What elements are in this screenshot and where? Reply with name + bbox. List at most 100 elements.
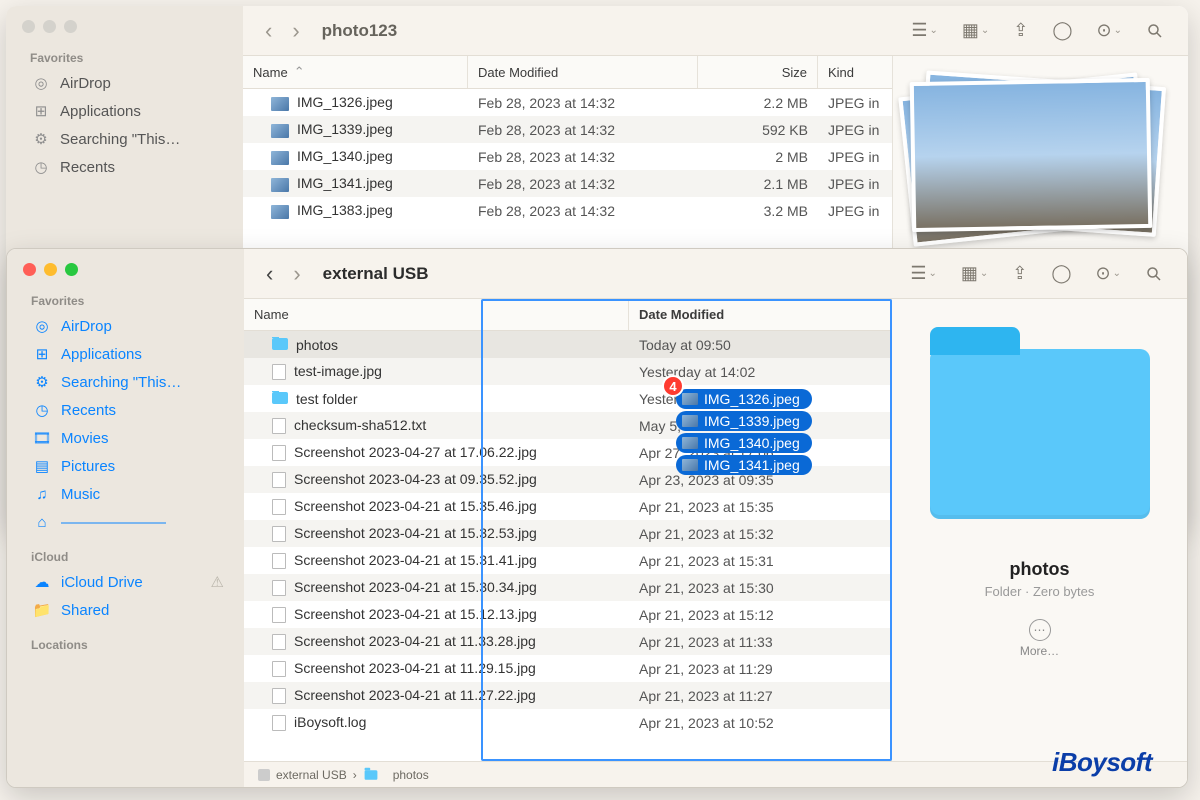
- drag-count-badge: 4: [662, 375, 684, 397]
- table-row[interactable]: IMG_1341.jpeg Feb 28, 2023 at 14:32 2.1 …: [243, 170, 892, 197]
- group-icon[interactable]: ▦ ⌄: [956, 16, 995, 45]
- toolbar-front: ‹ › external USB ☰ ⌄ ▦ ⌄ ⇪ ◯ ⊙ ⌄: [244, 249, 1187, 299]
- group-icon[interactable]: ▦ ⌄: [955, 259, 994, 288]
- col-size[interactable]: Size: [698, 56, 818, 88]
- table-row[interactable]: Screenshot 2023-04-21 at 11.27.22.jpg Ap…: [244, 682, 891, 709]
- image-thumb-icon: [271, 124, 289, 138]
- drive-icon: [258, 769, 270, 781]
- col-date[interactable]: Date Modified: [468, 56, 698, 88]
- locations-label: Locations: [7, 634, 244, 656]
- front-nav-back-icon[interactable]: ‹: [262, 261, 277, 287]
- zoom-icon[interactable]: [65, 263, 78, 276]
- search-icon[interactable]: [1139, 261, 1169, 287]
- file-icon: [272, 715, 286, 731]
- list-view-icon[interactable]: ☰ ⌄: [904, 259, 943, 288]
- clock-icon: ◷: [32, 158, 50, 176]
- sidebar-item-applications[interactable]: ⊞Applications: [6, 97, 243, 125]
- back-nav-fwd-icon[interactable]: ›: [288, 18, 303, 44]
- preview-subtitle: Folder · Zero bytes: [985, 584, 1095, 599]
- drag-item: IMG_1339.jpeg: [676, 411, 812, 431]
- folder-icon: [272, 338, 288, 350]
- path-bar[interactable]: external USB › photos: [244, 761, 1187, 787]
- search-icon[interactable]: [1140, 18, 1170, 44]
- image-thumb-icon: [271, 97, 289, 111]
- sidebar-item-label: AirDrop: [60, 75, 111, 92]
- table-row[interactable]: Screenshot 2023-04-21 at 11.29.15.jpg Ap…: [244, 655, 891, 682]
- table-row[interactable]: IMG_1383.jpeg Feb 28, 2023 at 14:32 3.2 …: [243, 197, 892, 224]
- sidebar-item-shared[interactable]: 📁 Shared: [7, 596, 244, 624]
- sidebar-item-label: AirDrop: [61, 318, 112, 335]
- sidebar-item-label: Recents: [60, 159, 115, 176]
- action-icon[interactable]: ⊙ ⌄: [1090, 259, 1127, 288]
- photo-stack-preview: [911, 80, 1171, 240]
- table-row[interactable]: Screenshot 2023-04-21 at 15.31.41.jpg Ap…: [244, 547, 891, 574]
- sidebar-item-applications[interactable]: ⊞Applications: [7, 340, 244, 368]
- share-icon[interactable]: ⇪: [1006, 259, 1033, 288]
- front-nav-fwd-icon[interactable]: ›: [289, 261, 304, 287]
- sidebar-item-music[interactable]: ♫Music: [7, 480, 244, 508]
- tag-icon[interactable]: ◯: [1045, 259, 1077, 288]
- image-thumb-icon: [271, 205, 289, 219]
- sidebar-item-label: Music: [61, 486, 100, 503]
- sidebar-item-label: Pictures: [61, 458, 115, 475]
- sidebar-item-pictures[interactable]: ▤ Pictures: [7, 452, 244, 480]
- col-name[interactable]: Name⌃: [243, 56, 468, 88]
- file-icon: [272, 553, 286, 569]
- minimize-icon[interactable]: [44, 263, 57, 276]
- file-icon: [272, 364, 286, 380]
- drag-item: IMG_1341.jpeg: [676, 455, 812, 475]
- cloud-icon: ☁: [33, 573, 51, 591]
- tag-icon[interactable]: ◯: [1046, 16, 1078, 45]
- file-icon: [272, 499, 286, 515]
- traffic-lights-front[interactable]: [7, 249, 244, 290]
- table-row[interactable]: iBoysoft.log Apr 21, 2023 at 10:52: [244, 709, 891, 736]
- drag-item: IMG_1326.jpeg: [676, 389, 812, 409]
- path-seg-0[interactable]: external USB: [276, 768, 347, 782]
- sidebar-item-airdrop[interactable]: ◎AirDrop: [6, 69, 243, 97]
- window-title-front: external USB: [323, 264, 429, 284]
- table-row[interactable]: IMG_1326.jpeg Feb 28, 2023 at 14:32 2.2 …: [243, 89, 892, 116]
- sidebar-item-label: Searching "This…: [60, 131, 180, 148]
- sidebar-item-label: Shared: [61, 602, 109, 619]
- action-icon[interactable]: ⊙ ⌄: [1091, 16, 1128, 45]
- table-row[interactable]: IMG_1340.jpeg Feb 28, 2023 at 14:32 2 MB…: [243, 143, 892, 170]
- table-row[interactable]: Screenshot 2023-04-21 at 15.32.53.jpg Ap…: [244, 520, 891, 547]
- sidebar-item-label: Searching "This…: [61, 374, 181, 391]
- table-row[interactable]: test-image.jpg Yesterday at 14:02: [244, 358, 891, 385]
- sidebar-item-label: Applications: [60, 103, 141, 120]
- table-row[interactable]: Screenshot 2023-04-21 at 15.12.13.jpg Ap…: [244, 601, 891, 628]
- table-row[interactable]: Screenshot 2023-04-21 at 15.30.34.jpg Ap…: [244, 574, 891, 601]
- drag-item: IMG_1340.jpeg: [676, 433, 812, 453]
- table-row[interactable]: photos Today at 09:50: [244, 331, 891, 358]
- window-title-back: photo123: [322, 21, 398, 41]
- path-seg-1[interactable]: photos: [393, 768, 429, 782]
- col-date-front[interactable]: Date Modified: [629, 299, 891, 330]
- share-icon[interactable]: ⇪: [1007, 16, 1034, 45]
- list-view-icon[interactable]: ☰ ⌄: [905, 16, 944, 45]
- back-nav-back-icon[interactable]: ‹: [261, 18, 276, 44]
- apps-icon: ⊞: [33, 345, 51, 363]
- shared-icon: 📁: [33, 601, 51, 619]
- table-row[interactable]: Screenshot 2023-04-21 at 11.33.28.jpg Ap…: [244, 628, 891, 655]
- col-kind[interactable]: Kind: [818, 56, 892, 88]
- gear-icon: ⚙: [32, 130, 50, 148]
- col-name-front[interactable]: Name: [244, 299, 629, 330]
- folder-icon: [364, 770, 377, 780]
- sidebar-item-recents[interactable]: ◷Recents: [7, 396, 244, 424]
- sidebar-item-recents[interactable]: ◷ Recents: [6, 153, 243, 181]
- close-icon[interactable]: [23, 263, 36, 276]
- photo-icon: ▤: [33, 457, 51, 475]
- sidebar-item-movies[interactable]: 🎞Movies: [7, 424, 244, 452]
- sidebar-item-searching-this-[interactable]: ⚙ Searching "This…: [6, 125, 243, 153]
- table-row[interactable]: IMG_1339.jpeg Feb 28, 2023 at 14:32 592 …: [243, 116, 892, 143]
- table-row[interactable]: Screenshot 2023-04-21 at 15.35.46.jpg Ap…: [244, 493, 891, 520]
- sidebar-item-searching-this-[interactable]: ⚙ Searching "This…: [7, 368, 244, 396]
- sidebar-item-icloud-drive[interactable]: ☁iCloud Drive⚠: [7, 568, 244, 596]
- icloud-label: iCloud: [7, 546, 244, 568]
- traffic-lights-back[interactable]: [6, 6, 243, 47]
- sidebar-item-airdrop[interactable]: ◎AirDrop: [7, 312, 244, 340]
- gear-icon: ⚙: [33, 373, 51, 391]
- sidebar-item--[interactable]: ⌂———————: [7, 508, 244, 536]
- film-icon: 🎞: [33, 429, 51, 447]
- more-button[interactable]: ⋯ More…: [1020, 619, 1059, 658]
